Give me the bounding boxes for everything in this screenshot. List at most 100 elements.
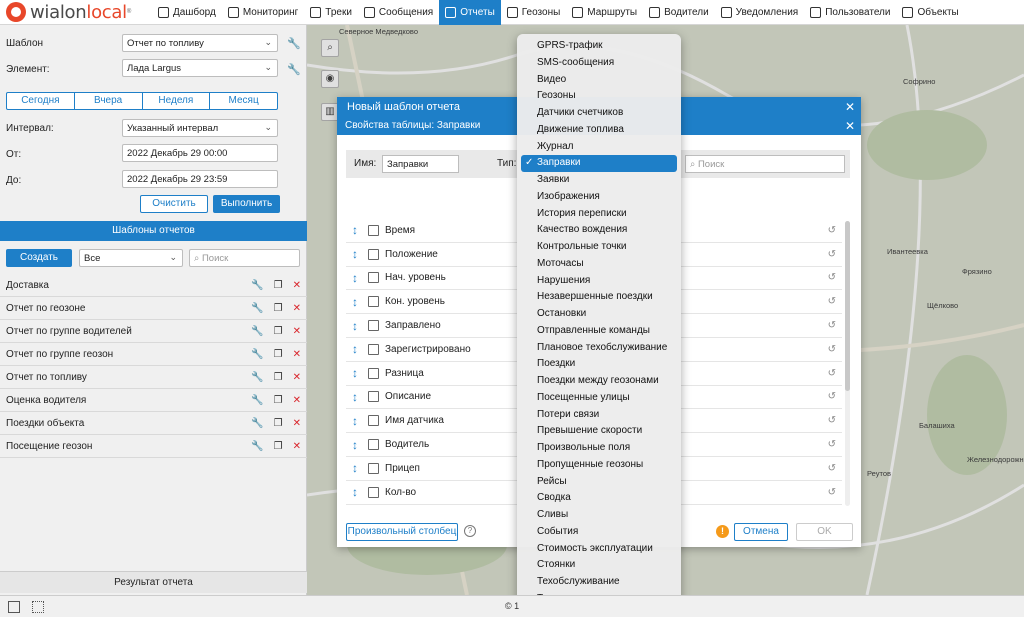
reset-icon[interactable]: ↺ [828, 415, 836, 426]
template-select[interactable]: Отчет по топливу ⌄ [122, 34, 278, 52]
template-row[interactable]: Доставка 🔧 ❐ ✕ [0, 274, 307, 297]
nav-item-0[interactable]: Дашборд [152, 0, 222, 25]
dropdown-option[interactable]: Сливы [517, 507, 681, 524]
dropdown-option[interactable]: Плановое техобслуживание [517, 340, 681, 357]
nav-item-7[interactable]: Водители [643, 0, 715, 25]
period-today-button[interactable]: Сегодня [7, 93, 75, 109]
column-list-scrollbar[interactable] [845, 221, 850, 506]
dropdown-option[interactable]: События [517, 524, 681, 541]
wrench-icon[interactable]: 🔧 [251, 280, 263, 291]
nav-item-5[interactable]: Геозоны [501, 0, 567, 25]
template-row[interactable]: Оценка водителя 🔧 ❐ ✕ [0, 389, 307, 412]
column-checkbox[interactable] [368, 343, 379, 355]
wrench-icon[interactable]: 🔧 [251, 418, 263, 429]
period-week-button[interactable]: Неделя [143, 93, 211, 109]
template-row[interactable]: Отчет по группе водителей 🔧 ❐ ✕ [0, 320, 307, 343]
ok-button[interactable]: OK [796, 523, 853, 541]
copy-icon[interactable]: ❐ [274, 418, 283, 429]
reset-icon[interactable]: ↺ [828, 320, 836, 331]
cancel-button[interactable]: Отмена [734, 523, 788, 541]
template-row[interactable]: Отчет по топливу 🔧 ❐ ✕ [0, 366, 307, 389]
dropdown-option[interactable]: Отправленные команды [517, 323, 681, 340]
copy-icon[interactable]: ❐ [274, 349, 283, 360]
dropdown-option[interactable]: Нарушения [517, 273, 681, 290]
dropdown-option[interactable]: Изображения [517, 189, 681, 206]
table-name-input[interactable]: Заправки [382, 155, 459, 173]
template-row[interactable]: Поездки объекта 🔧 ❐ ✕ [0, 412, 307, 435]
dropdown-option[interactable]: Движение топлива [517, 122, 681, 139]
copy-icon[interactable]: ❐ [274, 303, 283, 314]
reset-icon[interactable]: ↺ [828, 368, 836, 379]
reset-icon[interactable]: ↺ [828, 249, 836, 260]
delete-icon[interactable]: ✕ [293, 303, 301, 314]
interval-select[interactable]: Указанный интервал ⌄ [122, 119, 278, 137]
template-row[interactable]: Посещение геозон 🔧 ❐ ✕ [0, 435, 307, 458]
clear-button[interactable]: Очистить [140, 195, 208, 213]
delete-icon[interactable]: ✕ [293, 372, 301, 383]
dropdown-option[interactable]: Стоимость эксплуатации [517, 541, 681, 558]
delete-icon[interactable]: ✕ [293, 441, 301, 452]
to-date-input[interactable]: 2022 Декабрь 29 23:59 [122, 170, 278, 188]
dropdown-option[interactable]: Моточасы [517, 256, 681, 273]
wrench-icon[interactable]: 🔧 [251, 372, 263, 383]
dropdown-option[interactable]: Поездки между геозонами [517, 373, 681, 390]
dropdown-option[interactable]: Рейсы [517, 474, 681, 491]
template-row[interactable]: Отчет по геозоне 🔧 ❐ ✕ [0, 297, 307, 320]
delete-icon[interactable]: ✕ [293, 395, 301, 406]
column-checkbox[interactable] [368, 272, 379, 284]
column-checkbox[interactable] [368, 224, 379, 236]
delete-icon[interactable]: ✕ [293, 349, 301, 360]
dropdown-option[interactable]: Сводка [517, 490, 681, 507]
column-search-input[interactable]: ⌕ Поиск [685, 155, 845, 173]
period-yesterday-button[interactable]: Вчера [75, 93, 143, 109]
nav-item-1[interactable]: Мониторинг [222, 0, 304, 25]
drag-handle-icon[interactable]: ↕ [348, 390, 362, 404]
drag-handle-icon[interactable]: ↕ [348, 366, 362, 380]
drag-handle-icon[interactable]: ↕ [348, 414, 362, 428]
nav-item-10[interactable]: Объекты [896, 0, 964, 25]
dropdown-option[interactable]: GPRS-трафик [517, 38, 681, 55]
wrench-icon[interactable]: 🔧 [251, 326, 263, 337]
dropdown-option[interactable]: Незавершенные поездки [517, 289, 681, 306]
nav-item-8[interactable]: Уведомления [715, 0, 805, 25]
drag-handle-icon[interactable]: ↕ [348, 485, 362, 499]
nav-item-6[interactable]: Маршруты [566, 0, 643, 25]
drag-handle-icon[interactable]: ↕ [348, 247, 362, 261]
close-icon[interactable]: ✕ [845, 97, 855, 117]
dropdown-option[interactable]: Остановки [517, 306, 681, 323]
template-row[interactable]: Отчет по группе геозон 🔧 ❐ ✕ [0, 343, 307, 366]
wrench-icon[interactable]: 🔧 [251, 349, 263, 360]
report-result-bar[interactable]: Результат отчета [0, 571, 307, 593]
period-month-button[interactable]: Месяц [210, 93, 277, 109]
reset-icon[interactable]: ↺ [828, 225, 836, 236]
grid-toggle-icon[interactable] [32, 601, 44, 613]
column-checkbox[interactable] [368, 367, 379, 379]
copy-icon[interactable]: ❐ [274, 280, 283, 291]
column-checkbox[interactable] [368, 439, 379, 451]
nav-item-2[interactable]: Треки [304, 0, 358, 25]
dropdown-option[interactable]: Посещенные улицы [517, 390, 681, 407]
dropdown-option[interactable]: Качество вождения [517, 222, 681, 239]
drag-handle-icon[interactable]: ↕ [348, 342, 362, 356]
dropdown-option[interactable]: Геозоны [517, 88, 681, 105]
drag-handle-icon[interactable]: ↕ [348, 438, 362, 452]
dropdown-option[interactable]: Пропущенные геозоны [517, 457, 681, 474]
copy-icon[interactable]: ❐ [274, 441, 283, 452]
delete-icon[interactable]: ✕ [293, 418, 301, 429]
close-icon[interactable]: ✕ [845, 117, 855, 135]
wrench-icon[interactable]: 🔧 [251, 395, 263, 406]
dropdown-option[interactable]: Журнал [517, 139, 681, 156]
element-wrench-icon[interactable]: 🔧 [287, 63, 301, 76]
reset-icon[interactable]: ↺ [828, 344, 836, 355]
wrench-icon[interactable]: 🔧 [251, 303, 263, 314]
column-checkbox[interactable] [368, 486, 379, 498]
column-checkbox[interactable] [368, 296, 379, 308]
run-report-button[interactable]: Выполнить [213, 195, 280, 213]
column-checkbox[interactable] [368, 320, 379, 332]
reset-icon[interactable]: ↺ [828, 296, 836, 307]
template-filter-select[interactable]: Все ⌄ [79, 249, 183, 267]
column-checkbox[interactable] [368, 248, 379, 260]
copy-icon[interactable]: ❐ [274, 372, 283, 383]
dropdown-option[interactable]: Контрольные точки [517, 239, 681, 256]
copy-icon[interactable]: ❐ [274, 395, 283, 406]
